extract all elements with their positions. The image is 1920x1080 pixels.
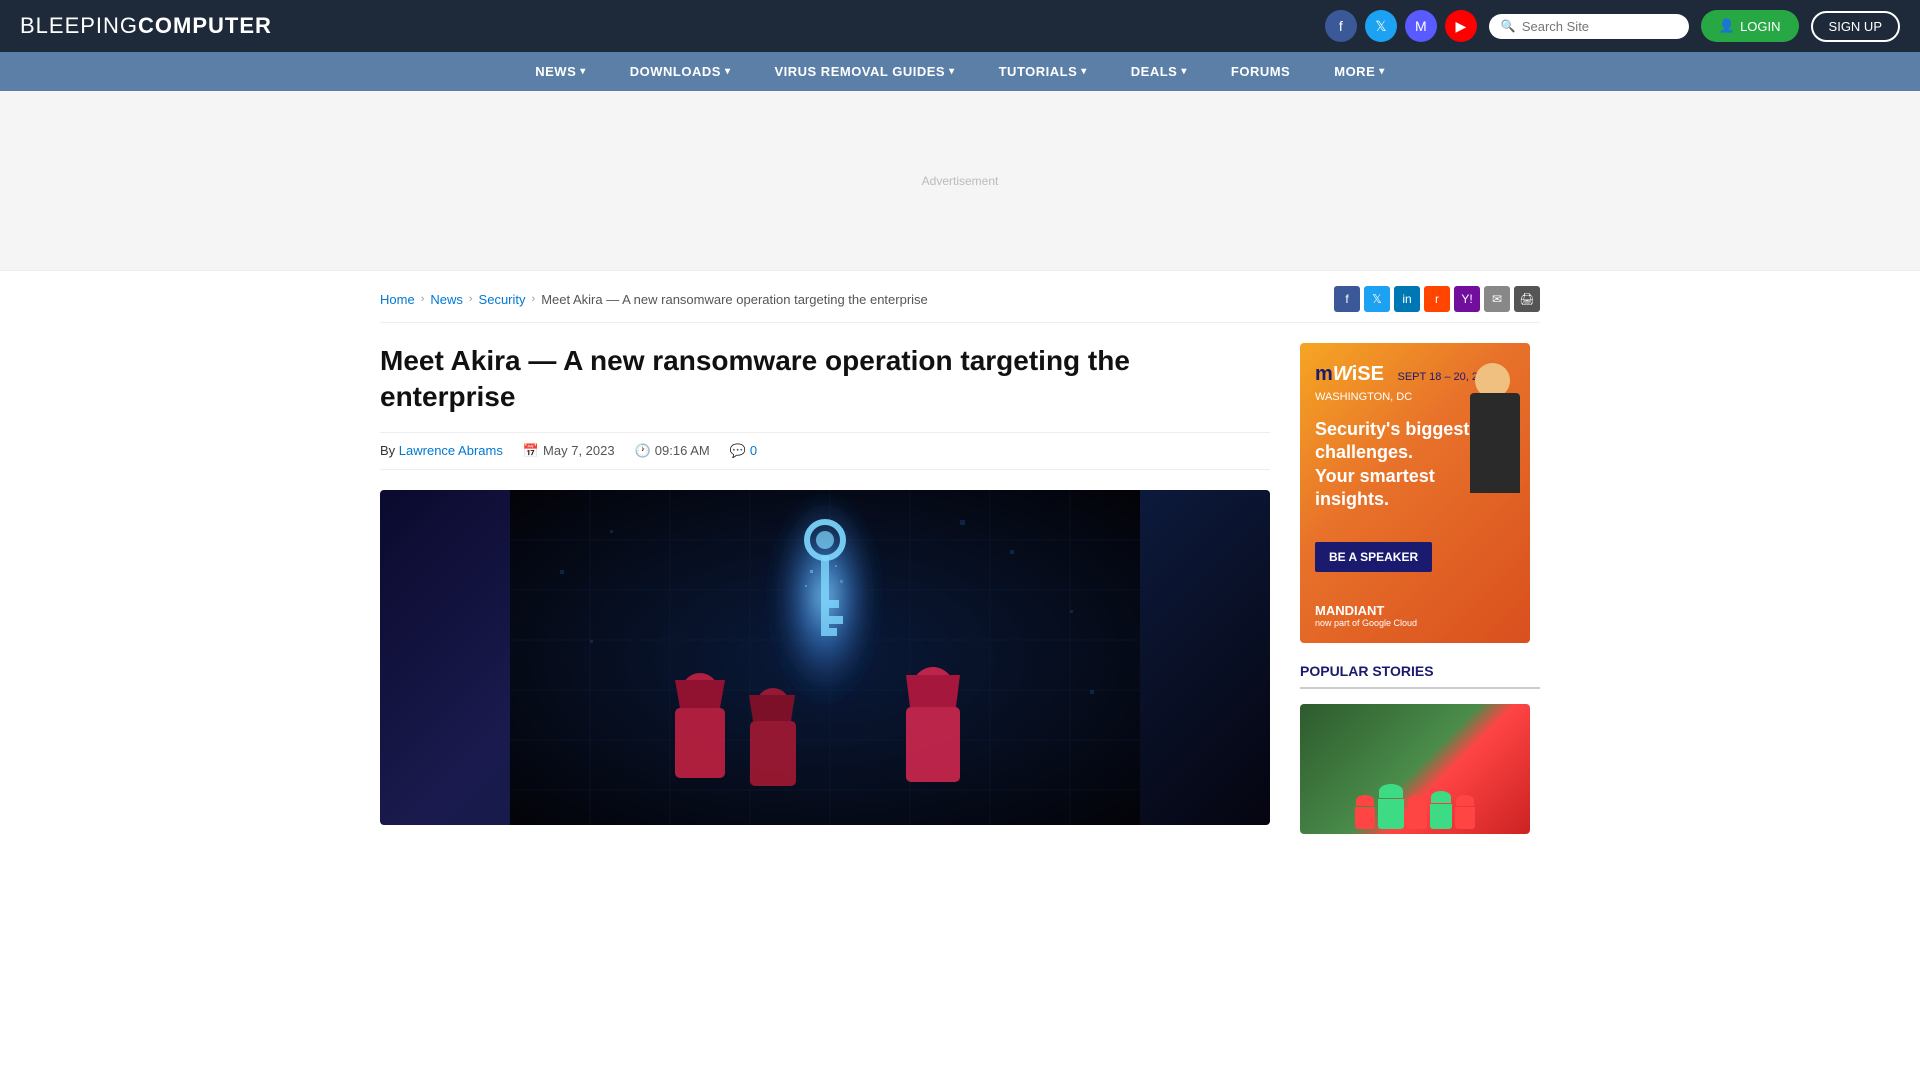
site-logo[interactable]: BLEEPINGCOMPUTER <box>20 13 272 39</box>
chevron-down-icon: ▾ <box>949 66 955 77</box>
share-twitter[interactable]: 𝕏 <box>1364 286 1390 312</box>
android-bot-green <box>1378 784 1404 829</box>
android-bot-red-3 <box>1455 795 1475 829</box>
search-bar[interactable]: 🔍 <box>1489 14 1689 39</box>
popular-story-image[interactable] <box>1300 704 1530 834</box>
share-reddit[interactable]: r <box>1424 286 1450 312</box>
ad-person-body <box>1470 393 1520 493</box>
site-header: BLEEPINGCOMPUTER f 𝕏 M ▶ 🔍 👤 LOGIN SIGN … <box>0 0 1920 52</box>
social-icons: f 𝕏 M ▶ <box>1325 10 1477 42</box>
login-button[interactable]: 👤 LOGIN <box>1701 10 1799 42</box>
ad-sponsor: MANDIANT now part of Google Cloud <box>1315 603 1417 628</box>
mastodon-icon[interactable]: M <box>1405 10 1437 42</box>
chevron-down-icon: ▾ <box>1081 66 1087 77</box>
breadcrumb-sep: › <box>421 293 425 305</box>
breadcrumb: Home › News › Security › Meet Akira — A … <box>380 292 928 307</box>
android-bot-green-2 <box>1430 791 1452 829</box>
popular-stories-title: POPULAR STORIES <box>1300 663 1540 689</box>
signup-button[interactable]: SIGN UP <box>1811 11 1900 42</box>
article-title: Meet Akira — A new ransomware operation … <box>380 343 1270 416</box>
header-right: f 𝕏 M ▶ 🔍 👤 LOGIN SIGN UP <box>1325 10 1900 42</box>
ad-banner: Advertisement <box>0 91 1920 271</box>
chevron-down-icon: ▾ <box>1379 66 1385 77</box>
breadcrumb-sep: › <box>532 293 536 305</box>
main-layout: Meet Akira — A new ransomware operation … <box>380 343 1540 834</box>
nav-forums[interactable]: FORUMS <box>1209 52 1312 91</box>
article-author: By Lawrence Abrams <box>380 443 503 458</box>
breadcrumb-home[interactable]: Home <box>380 292 415 307</box>
login-label: LOGIN <box>1740 19 1780 34</box>
chevron-down-icon: ▾ <box>1181 66 1187 77</box>
chevron-down-icon: ▾ <box>725 66 731 77</box>
hero-svg <box>510 490 1140 825</box>
share-yahoo[interactable]: Y! <box>1454 286 1480 312</box>
clock-icon: 🕐 <box>635 443 651 459</box>
share-print[interactable]: 🖨 <box>1514 286 1540 312</box>
logo-light: BLEEPING <box>20 13 138 38</box>
article-meta: By Lawrence Abrams 📅 May 7, 2023 🕐 09:16… <box>380 432 1270 470</box>
share-linkedin[interactable]: in <box>1394 286 1420 312</box>
share-facebook[interactable]: f <box>1334 286 1360 312</box>
breadcrumb-sep: › <box>469 293 473 305</box>
author-link[interactable]: Lawrence Abrams <box>399 443 503 458</box>
twitter-icon[interactable]: 𝕏 <box>1365 10 1397 42</box>
breadcrumb-news[interactable]: News <box>430 292 463 307</box>
nav-deals[interactable]: DEALS ▾ <box>1109 52 1209 91</box>
user-icon: 👤 <box>1719 18 1735 34</box>
chevron-down-icon: ▾ <box>580 66 586 77</box>
android-bot-red-1 <box>1355 795 1375 829</box>
content-wrapper: Home › News › Security › Meet Akira — A … <box>360 271 1560 834</box>
article-hero-image <box>380 490 1270 825</box>
article: Meet Akira — A new ransomware operation … <box>380 343 1270 825</box>
nav-news[interactable]: NEWS ▾ <box>513 52 608 91</box>
breadcrumb-current: Meet Akira — A new ransomware operation … <box>541 292 928 307</box>
share-email[interactable]: ✉ <box>1484 286 1510 312</box>
article-date: 📅 May 7, 2023 <box>523 443 615 459</box>
sidebar-ad[interactable]: mWiSE SEPT 18 – 20, 2023 WASHINGTON, DC … <box>1300 343 1530 643</box>
comment-icon: 💬 <box>730 443 746 459</box>
logo-bold: COMPUTER <box>138 13 272 38</box>
breadcrumb-security[interactable]: Security <box>479 292 526 307</box>
android-illustration <box>1300 704 1530 834</box>
calendar-icon: 📅 <box>523 443 539 459</box>
nav-more[interactable]: MORE ▾ <box>1312 52 1407 91</box>
share-icons: f 𝕏 in r Y! ✉ 🖨 <box>1334 286 1540 312</box>
nav-downloads[interactable]: DOWNLOADS ▾ <box>608 52 753 91</box>
search-icon: 🔍 <box>1501 19 1516 33</box>
signup-label: SIGN UP <box>1829 19 1882 34</box>
breadcrumb-row: Home › News › Security › Meet Akira — A … <box>380 271 1540 323</box>
facebook-icon[interactable]: f <box>1325 10 1357 42</box>
youtube-icon[interactable]: ▶ <box>1445 10 1477 42</box>
search-input[interactable] <box>1522 19 1677 34</box>
main-nav: NEWS ▾ DOWNLOADS ▾ VIRUS REMOVAL GUIDES … <box>0 52 1920 91</box>
android-bot-red-2 <box>1407 795 1427 829</box>
nav-tutorials[interactable]: TUTORIALS ▾ <box>977 52 1109 91</box>
article-comments[interactable]: 💬 0 <box>730 443 757 459</box>
article-time: 🕐 09:16 AM <box>635 443 710 459</box>
sidebar: mWiSE SEPT 18 – 20, 2023 WASHINGTON, DC … <box>1300 343 1540 834</box>
ad-cta[interactable]: BE A SPEAKER <box>1315 542 1432 572</box>
nav-virus-removal[interactable]: VIRUS REMOVAL GUIDES ▾ <box>752 52 976 91</box>
popular-stories: POPULAR STORIES <box>1300 663 1540 834</box>
